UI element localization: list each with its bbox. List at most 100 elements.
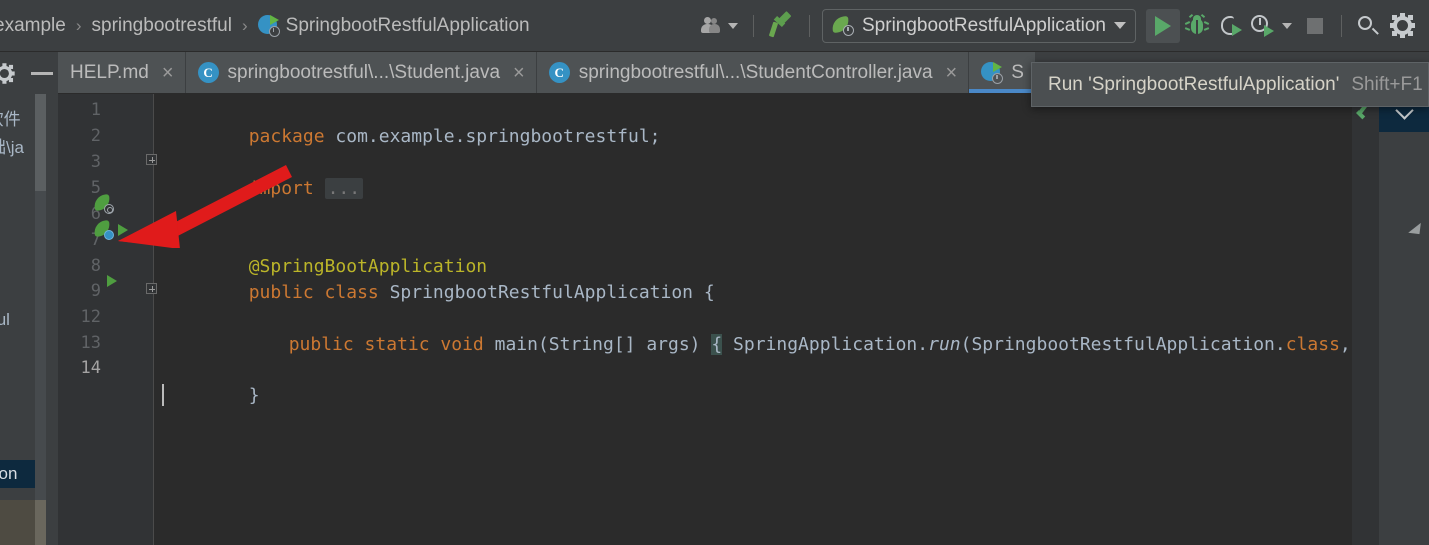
- right-tool-sidebar: »: [1379, 52, 1429, 545]
- project-tree-row[interactable]: ful: [0, 309, 10, 331]
- tab-label: S: [1011, 61, 1024, 83]
- debug-button[interactable]: [1180, 9, 1214, 43]
- project-panel-scrollbar[interactable]: [35, 94, 46, 545]
- cursor-arrow-icon: [1408, 222, 1426, 240]
- line-number: 2: [90, 126, 101, 146]
- editor-marker-bar[interactable]: [1352, 94, 1379, 545]
- spring-run-icon: [257, 15, 280, 37]
- run-with-coverage-button[interactable]: [1214, 9, 1248, 43]
- editor-tab-help-md[interactable]: HELP.md ×: [58, 52, 186, 93]
- code-text-span: (String[] args): [537, 334, 712, 355]
- code-text-span: com.example.springbootrestful;: [324, 126, 661, 147]
- tooltip-run-action: Run 'SpringbootRestfulApplication' Shift…: [1031, 62, 1429, 107]
- code-keyword: import: [248, 178, 314, 199]
- run-configuration-name: SpringbootRestfulApplication: [862, 14, 1106, 36]
- line-number-current: 14: [80, 358, 101, 378]
- project-tree-row[interactable]: 基础\ja: [0, 134, 24, 157]
- breadcrumb-label: example: [0, 14, 66, 36]
- tooltip-shortcut: Shift+F1: [1351, 73, 1423, 95]
- project-tree-label: tion: [0, 464, 18, 483]
- build-project-button[interactable]: [763, 9, 797, 43]
- breadcrumb: example › springbootrestful › Springboot…: [0, 0, 532, 51]
- breadcrumb-separator: ›: [241, 15, 248, 35]
- close-icon[interactable]: ×: [946, 63, 958, 83]
- editor-gutter[interactable]: 1 2 3 5 6 7 8 9 12 13 14: [58, 94, 157, 545]
- code-static-method: run: [928, 334, 961, 355]
- project-tree-label: 基础\ja: [0, 137, 24, 157]
- coverage-icon: [1220, 15, 1242, 37]
- divider: [1341, 14, 1342, 37]
- tab-label: HELP.md: [70, 61, 149, 83]
- project-panel-footer-scroll: [35, 500, 46, 545]
- code-keyword: public static void: [288, 334, 484, 355]
- navigation-bar: example › springbootrestful › Springboot…: [0, 0, 1429, 52]
- caret-down-icon: [1282, 22, 1292, 29]
- editor-tab-student-java[interactable]: C springbootrestful\...\Student.java ×: [185, 52, 537, 93]
- code-editor[interactable]: 1 2 3 5 6 7 8 9 12 13 14 package com.exa…: [58, 94, 1427, 545]
- code-text-span: }: [248, 385, 260, 406]
- hide-tool-window-button[interactable]: [28, 56, 56, 90]
- divider: [809, 14, 810, 37]
- project-settings-button[interactable]: [0, 56, 22, 90]
- divider: [753, 14, 754, 37]
- run-gutter-icon[interactable]: [118, 224, 128, 236]
- code-text-span: (SpringbootRestfulApplication.: [960, 334, 1286, 355]
- idea-window: example › springbootrestful › Springboot…: [0, 0, 1429, 545]
- breadcrumb-item-springbootrestful[interactable]: springbootrestful: [90, 13, 234, 39]
- java-class-icon: C: [197, 62, 219, 83]
- code-text-span: SpringbootRestfulApplication {: [378, 282, 715, 303]
- search-everywhere-button[interactable]: [1351, 9, 1385, 43]
- close-icon[interactable]: ×: [162, 63, 174, 83]
- java-class-icon: C: [548, 62, 570, 83]
- spring-bean-icon[interactable]: [93, 219, 114, 240]
- play-icon: [1155, 15, 1171, 36]
- run-gutter-icon[interactable]: [107, 275, 117, 287]
- chevron-down-icon: [1114, 22, 1126, 29]
- hammer-icon: [768, 10, 792, 38]
- search-icon: [1357, 15, 1379, 37]
- scrollbar-thumb[interactable]: [35, 94, 46, 191]
- breadcrumb-item-springbootrestfulapplication[interactable]: SpringbootRestfulApplication: [256, 13, 532, 39]
- code-method-name: main: [483, 334, 538, 355]
- code-keyword: public class: [248, 282, 379, 303]
- settings-button[interactable]: [1385, 9, 1419, 43]
- run-configuration-selector[interactable]: SpringbootRestfulApplication: [822, 8, 1136, 43]
- text-caret: [162, 384, 164, 406]
- spring-run-icon: [981, 62, 1004, 84]
- profiles-button[interactable]: [695, 9, 744, 43]
- close-icon[interactable]: ×: [513, 63, 525, 83]
- breadcrumb-item-example[interactable]: example: [0, 13, 68, 39]
- stop-button[interactable]: [1298, 9, 1332, 43]
- project-tool-window[interactable]: ce\软件 基础\ja ful tion: [0, 94, 46, 545]
- gear-icon: [1389, 13, 1415, 38]
- bug-icon: [1184, 13, 1210, 36]
- profiler-icon: [1250, 14, 1274, 37]
- editor-tab-studentcontroller-java[interactable]: C springbootrestful\...\StudentControlle…: [536, 52, 970, 93]
- spring-bean-search-icon[interactable]: [93, 193, 114, 214]
- line-number: 13: [80, 333, 101, 353]
- chevron-down-icon: [728, 22, 738, 29]
- minus-icon: [31, 71, 53, 75]
- profile-button[interactable]: [1248, 9, 1276, 43]
- tab-label: springbootrestful\...\Student.java: [227, 61, 501, 83]
- project-tree-row[interactable]: ce\软件: [0, 106, 21, 129]
- folded-imports[interactable]: ...: [324, 178, 364, 199]
- matched-brace: {: [711, 334, 723, 355]
- profiles-icon: [701, 17, 723, 34]
- tooltip-text: Run 'SpringbootRestfulApplication': [1048, 73, 1340, 95]
- breadcrumb-label: springbootrestful: [91, 14, 232, 36]
- code-text-span: SpringApplication.: [722, 334, 929, 355]
- line-number: 12: [80, 307, 101, 327]
- line-number: 1: [90, 100, 101, 120]
- breadcrumb-separator: ›: [75, 15, 82, 35]
- run-button[interactable]: [1146, 8, 1180, 43]
- editor-tab-springbootrestfulapplication-java[interactable]: S: [969, 52, 1036, 93]
- profile-dropdown-button[interactable]: [1276, 9, 1298, 43]
- code-keyword: class: [1285, 334, 1340, 355]
- stop-square-icon: [1307, 17, 1323, 34]
- project-tree-label: ce\软件: [0, 109, 21, 129]
- gear-icon: [0, 62, 15, 84]
- code-text[interactable]: package com.example.springbootrestful; i…: [154, 94, 1427, 545]
- line-number: 8: [90, 256, 101, 276]
- tab-label: springbootrestful\...\StudentController.…: [578, 61, 933, 83]
